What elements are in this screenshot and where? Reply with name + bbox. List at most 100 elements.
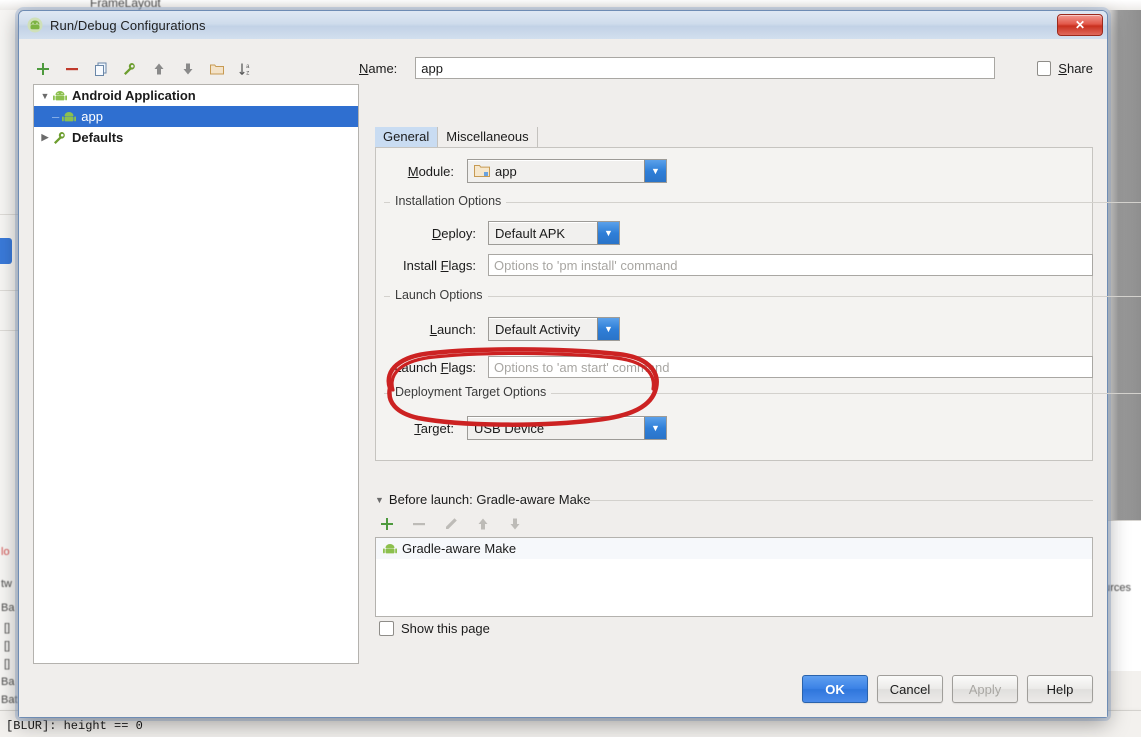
help-button[interactable]: Help — [1027, 675, 1093, 703]
module-combobox[interactable]: app ▼ — [467, 159, 667, 183]
tab-miscellaneous[interactable]: Miscellaneous — [438, 127, 538, 147]
background-left-fragment: lo — [1, 546, 10, 558]
chevron-down-icon[interactable]: ▼ — [644, 160, 666, 182]
android-icon — [53, 90, 67, 100]
chevron-right-icon[interactable]: ▶ — [38, 132, 52, 143]
task-label: Gradle-aware Make — [402, 541, 517, 556]
run-debug-configurations-dialog: Run/Debug Configurations ✕ a z ▼ Android… — [18, 10, 1141, 718]
list-item[interactable]: Gradle-aware Make — [376, 538, 1092, 559]
configurations-tree[interactable]: ▼ Android Application – app ▶ Defaults — [33, 84, 359, 664]
edit-task-button — [441, 514, 461, 534]
target-value: USB Device — [474, 420, 545, 436]
sort-az-button[interactable]: a z — [236, 59, 256, 79]
background-top-fragment: FrameLayout — [90, 0, 161, 10]
chevron-down-icon[interactable]: ▼ — [644, 417, 666, 439]
target-combobox[interactable]: USB Device ▼ — [467, 416, 667, 440]
name-input-value: app — [421, 60, 443, 76]
share-label: Share — [1058, 60, 1093, 76]
create-folder-button[interactable] — [207, 59, 227, 79]
name-label: Name: — [359, 60, 398, 76]
share-checkbox[interactable] — [1036, 60, 1052, 76]
move-down-button[interactable] — [178, 59, 198, 79]
module-value: app — [495, 163, 517, 179]
background-left-fragment: Ba — [1, 602, 15, 614]
background-left-rule — [0, 290, 20, 291]
before-launch-header[interactable]: ▼ Before launch: Gradle-aware Make — [375, 492, 591, 507]
settings-tabs: General Miscellaneous — [375, 125, 1093, 148]
add-configuration-button[interactable] — [33, 59, 53, 79]
launch-flags-label: Launch Flags: — [394, 359, 476, 375]
tree-connector: – — [52, 109, 60, 124]
background-left-fragment: [] — [4, 622, 11, 634]
android-icon — [62, 111, 77, 121]
launch-flags-placeholder: Options to 'am start' command — [494, 359, 670, 375]
chevron-down-icon[interactable]: ▼ — [375, 495, 384, 505]
background-left-fragment: [] — [4, 658, 11, 670]
dialog-titlebar[interactable]: Run/Debug Configurations ✕ — [19, 11, 1107, 40]
chevron-down-icon[interactable]: ▼ — [597, 318, 619, 340]
show-this-page-checkbox[interactable] — [379, 621, 394, 636]
tree-item-android-application[interactable]: ▼ Android Application — [34, 85, 358, 106]
before-launch-divider — [581, 500, 1093, 501]
show-this-page-label: Show this page — [401, 621, 490, 636]
launch-value: Default Activity — [495, 321, 581, 337]
launch-combobox[interactable]: Default Activity ▼ — [488, 317, 620, 341]
chevron-down-icon[interactable]: ▼ — [597, 222, 619, 244]
launch-row: Launch: Default Activity ▼ — [384, 317, 620, 341]
name-row: Name: app Share — [359, 55, 1093, 81]
module-folder-icon — [474, 165, 490, 177]
target-label: Target: — [414, 420, 454, 436]
install-flags-placeholder: Options to 'pm install' command — [494, 257, 678, 273]
move-up-button[interactable] — [149, 59, 169, 79]
target-row: Target: USB Device ▼ — [384, 416, 667, 440]
task-move-down-button — [505, 514, 525, 534]
wrench-icon — [54, 131, 65, 144]
module-row: Module: app ▼ — [384, 159, 667, 183]
remove-task-button — [409, 514, 429, 534]
dialog-body: a z ▼ Android Application – app ▶ Defaul… — [19, 39, 1141, 717]
launch-flags-input[interactable]: Options to 'am start' command — [488, 356, 1093, 378]
tree-item-label: Defaults — [72, 130, 124, 145]
install-flags-input[interactable]: Options to 'pm install' command — [488, 254, 1093, 276]
background-left-fragment: Ba — [1, 676, 15, 688]
deployment-target-options-title: Deployment Target Options — [390, 385, 552, 399]
deploy-value: Default APK — [495, 225, 566, 241]
task-move-up-button — [473, 514, 493, 534]
tree-item-app[interactable]: – app — [34, 106, 358, 127]
background-status-text: [BLUR]: height == 0 — [6, 719, 143, 733]
before-launch-title: Before launch: Gradle-aware Make — [388, 492, 591, 507]
deployment-target-options-group: Deployment Target Options — [384, 385, 1141, 399]
background-left-fragment: Bat — [1, 694, 18, 706]
module-label: Module: — [407, 163, 454, 179]
ok-button[interactable]: OK — [802, 675, 868, 703]
background-left-fragment: [] — [4, 640, 11, 652]
add-task-button[interactable] — [377, 514, 397, 534]
background-left-rule — [0, 214, 20, 215]
edit-defaults-button[interactable] — [120, 59, 140, 79]
remove-configuration-button[interactable] — [62, 59, 82, 79]
tree-item-label: Android Application — [72, 88, 196, 103]
launch-flags-row: Launch Flags: Options to 'am start' comm… — [384, 356, 1093, 378]
deploy-combobox[interactable]: Default APK ▼ — [488, 221, 620, 245]
general-panel: Module: app ▼ Installation Options Deplo… — [375, 147, 1141, 461]
before-launch-toolbar — [377, 514, 525, 534]
cancel-button[interactable]: Cancel — [877, 675, 943, 703]
close-icon[interactable]: ✕ — [1057, 14, 1103, 36]
screen-root: FrameLayout lo tw Ba [] [] [] Ba Bat our… — [0, 0, 1141, 737]
background-left-rule — [0, 330, 20, 331]
background-tool-tab — [0, 238, 12, 264]
install-flags-label: Install Flags: — [403, 257, 476, 273]
name-input[interactable]: app — [415, 57, 995, 79]
deploy-label: Deploy: — [431, 225, 476, 241]
show-this-page-row[interactable]: Show this page — [379, 621, 490, 636]
tree-item-defaults[interactable]: ▶ Defaults — [34, 127, 358, 148]
before-launch-task-list[interactable]: Gradle-aware Make — [375, 537, 1093, 617]
android-icon — [383, 543, 397, 553]
dialog-title: Run/Debug Configurations — [50, 17, 206, 33]
installation-options-group: Installation Options — [384, 194, 1141, 208]
chevron-down-icon[interactable]: ▼ — [38, 91, 52, 101]
copy-configuration-button[interactable] — [91, 59, 111, 79]
dialog-button-bar: OK Cancel Apply Help — [802, 675, 1093, 703]
tree-item-label: app — [81, 109, 103, 124]
tab-general[interactable]: General — [375, 127, 439, 147]
